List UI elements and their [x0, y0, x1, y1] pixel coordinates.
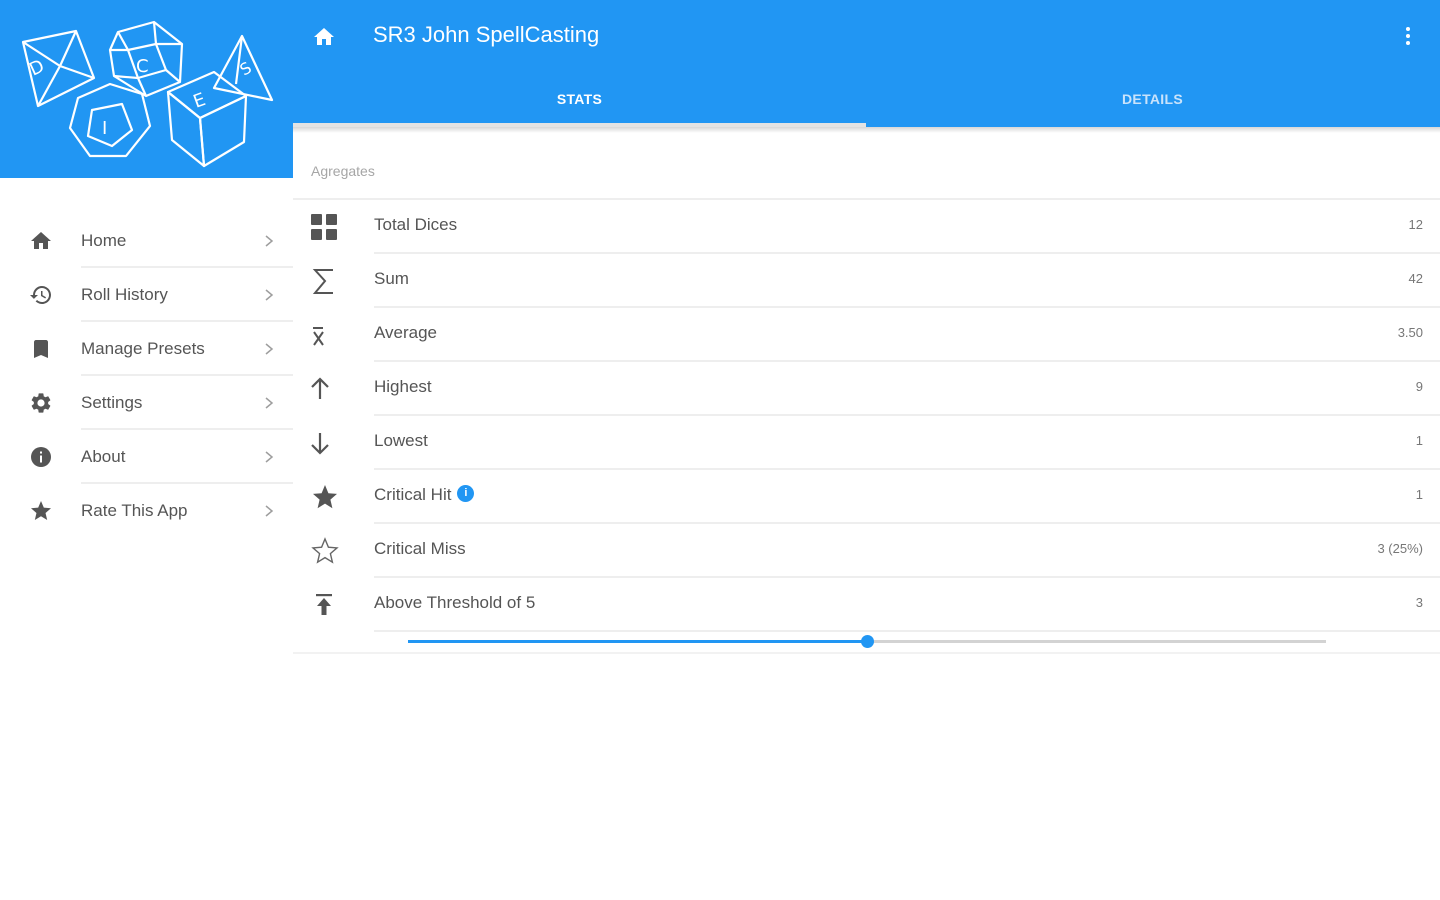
slider-fill	[408, 640, 867, 643]
app-bar-shadow	[293, 127, 1440, 133]
sidebar-item-label: Rate This App	[81, 501, 188, 520]
sidebar-item-label: Roll History	[81, 285, 168, 304]
app-bar: SR3 John SpellCasting STATS DETAILS	[293, 0, 1440, 127]
sidebar-item-label: Manage Presets	[81, 339, 205, 358]
sidebar-item-manage-presets[interactable]: Manage Presets	[0, 322, 293, 376]
sidebar-item-home[interactable]: Home	[0, 214, 293, 268]
upload-icon	[316, 594, 332, 615]
svg-text:E: E	[191, 89, 209, 113]
stat-value: 12	[1408, 217, 1423, 232]
svg-text:S: S	[237, 58, 255, 80]
stat-row-critical-hit[interactable]: Critical Hit i 1	[293, 470, 1440, 524]
sidebar-item-rate-this-app[interactable]: Rate This App	[0, 484, 293, 538]
gear-icon	[31, 393, 51, 413]
stat-row-critical-miss[interactable]: Critical Miss 3 (25%)	[293, 524, 1440, 578]
stat-value: 3	[1415, 595, 1423, 610]
stats-list: Total Dices 12 Sum 42 Average 3.50 Highe…	[293, 200, 1440, 632]
stat-label: Highest	[374, 377, 432, 396]
chevron-right-icon	[265, 397, 274, 409]
dice-logo-icon: D C I E S	[21, 20, 274, 168]
sidebar-item-settings[interactable]: Settings	[0, 376, 293, 430]
chevron-right-icon	[265, 505, 274, 517]
chevron-right-icon	[265, 235, 274, 247]
stat-label: Average	[374, 323, 438, 342]
stat-value: 3 (25%)	[1377, 541, 1423, 556]
stat-row-total-dices[interactable]: Total Dices 12	[293, 200, 1440, 254]
stat-row-above-threshold[interactable]: Above Threshold of 5 3	[293, 578, 1440, 632]
chevron-right-icon	[265, 343, 274, 355]
info-icon	[31, 447, 51, 467]
grid-icon	[311, 214, 337, 240]
stat-label: Total Dices	[374, 215, 458, 234]
chevron-right-icon	[265, 289, 274, 301]
stat-label: Above Threshold of 5	[374, 593, 536, 612]
stat-value: 9	[1415, 379, 1423, 394]
sigma-icon	[312, 269, 333, 294]
tab-details[interactable]: DETAILS	[866, 76, 1439, 127]
star-filled-icon	[313, 485, 337, 509]
stat-row-lowest[interactable]: Lowest 1	[293, 416, 1440, 470]
stat-label: Critical Hit i	[374, 470, 475, 520]
stat-row-highest[interactable]: Highest 9	[293, 362, 1440, 416]
stat-value: 3.50	[1397, 325, 1423, 340]
stat-label-text: Critical Hit	[374, 485, 452, 504]
stat-row-sum[interactable]: Sum 42	[293, 254, 1440, 308]
svg-text:C: C	[136, 56, 149, 77]
star-icon	[31, 501, 51, 520]
threshold-slider[interactable]	[408, 632, 1326, 650]
stat-value: 1	[1415, 487, 1423, 502]
drawer-nav-list: Home Roll History Manage Presets Setting…	[0, 214, 293, 538]
tab-stats[interactable]: STATS	[293, 76, 866, 127]
stat-label: Critical Miss	[374, 539, 466, 558]
sidebar-item-roll-history[interactable]: Roll History	[0, 268, 293, 322]
chevron-right-icon	[265, 451, 274, 463]
home-icon	[31, 232, 51, 249]
divider	[293, 652, 1440, 654]
stat-value: 1	[1415, 433, 1423, 448]
sidebar-item-label: Settings	[81, 393, 143, 412]
stat-label: Sum	[374, 269, 409, 288]
stat-label: Lowest	[374, 431, 428, 450]
stat-value: 42	[1408, 271, 1423, 286]
stat-row-average[interactable]: Average 3.50	[293, 308, 1440, 362]
info-badge-icon[interactable]: i	[457, 485, 475, 503]
star-outline-icon	[311, 537, 339, 564]
bookmark-icon	[34, 340, 48, 358]
x-bar-icon	[313, 327, 324, 346]
sidebar-item-label: Home	[81, 231, 127, 250]
history-icon	[30, 286, 51, 304]
section-header: Agregates	[311, 163, 375, 179]
more-vert-icon[interactable]	[1396, 24, 1420, 48]
navigation-drawer: D C I E S Home Roll History Manage Prese…	[0, 0, 293, 900]
slider-thumb[interactable]	[861, 635, 874, 648]
arrow-up-icon	[311, 377, 329, 399]
home-icon[interactable]	[312, 25, 336, 49]
sidebar-item-about[interactable]: About	[0, 430, 293, 484]
svg-text:I: I	[102, 118, 107, 139]
arrow-down-icon	[311, 433, 329, 455]
drawer-header: D C I E S	[0, 0, 293, 178]
svg-text:D: D	[26, 56, 47, 81]
page-title: SR3 John SpellCasting	[373, 22, 600, 47]
sidebar-item-label: About	[81, 447, 126, 466]
